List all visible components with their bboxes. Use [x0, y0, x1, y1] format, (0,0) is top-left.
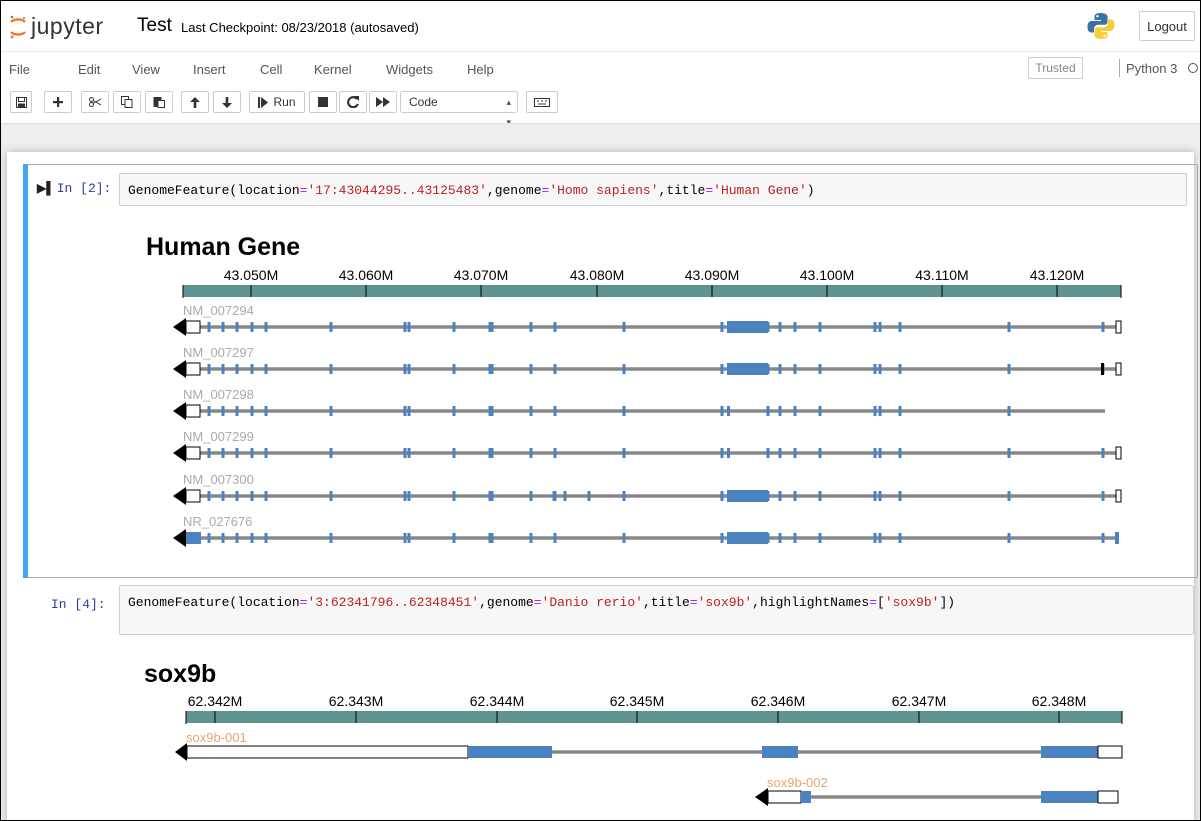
axis-tick-label: 62.344M	[470, 693, 524, 709]
python-logo-icon	[1087, 13, 1115, 39]
toolbar: Run	[1, 89, 1200, 119]
restart-run-all-button[interactable]	[369, 91, 397, 113]
run-button[interactable]: Run	[249, 91, 305, 113]
paste-icon	[153, 97, 165, 108]
menu-help[interactable]: Help	[467, 62, 494, 77]
track-label: sox9b-001	[186, 730, 247, 745]
checkpoint-status: Last Checkpoint: 08/23/2018 (autosaved)	[181, 20, 419, 35]
menubar: File Edit View Insert Cell Kernel Widget…	[1, 52, 1200, 86]
axis-tick-label: 62.346M	[751, 693, 805, 709]
jupyter-logo[interactable]: jupyter	[9, 13, 104, 40]
notebook-window: jupyter Test Last Checkpoint: 08/23/2018…	[0, 0, 1201, 821]
command-palette-button[interactable]	[526, 91, 558, 113]
jupyter-logo-icon	[10, 15, 26, 39]
paste-button[interactable]	[145, 91, 173, 113]
copy-icon	[121, 96, 133, 108]
axis-tick-label: 62.343M	[329, 693, 383, 709]
menu-edit[interactable]: Edit	[78, 62, 100, 77]
kernel-idle-icon	[1188, 63, 1198, 73]
restart-icon	[347, 96, 359, 108]
genome-feature-viewer: 62.342M 62.343M 62.344M 62.345M 62.346M 62.34…	[175, 693, 1123, 806]
fast-forward-icon	[376, 97, 390, 107]
step-forward-icon	[258, 96, 269, 108]
interrupt-button[interactable]	[309, 91, 337, 113]
insert-cell-button[interactable]	[44, 91, 72, 113]
strand-arrow-icon	[175, 743, 187, 761]
cell-type-select[interactable]: Code ▴ ▾	[400, 91, 518, 127]
copy-button[interactable]	[113, 91, 141, 113]
utr-box	[1097, 745, 1123, 759]
notebook-title[interactable]: Test	[137, 15, 172, 37]
exon	[801, 791, 811, 803]
menu-cell[interactable]: Cell	[260, 62, 282, 77]
notebook-area: ▶▌ In [2]: GenomeFeature(location='17:430…	[1, 147, 1200, 820]
header: jupyter Test Last Checkpoint: 08/23/2018…	[1, 1, 1200, 52]
arrow-up-icon	[190, 96, 200, 108]
save-button[interactable]	[10, 91, 32, 113]
exon	[1041, 791, 1098, 803]
stop-icon	[318, 97, 328, 107]
menu-kernel[interactable]: Kernel	[314, 62, 352, 77]
move-up-button[interactable]	[181, 91, 209, 113]
utr-box	[186, 745, 469, 759]
cut-button[interactable]	[81, 91, 109, 113]
arrow-down-icon	[222, 96, 232, 108]
jupyter-logo-text: jupyter	[31, 13, 104, 39]
exon	[1041, 746, 1098, 758]
axis-tick-label: 62.347M	[892, 693, 946, 709]
kernel-name[interactable]: Python 3	[1126, 61, 1177, 76]
keyboard-icon	[534, 97, 550, 107]
plus-icon	[53, 97, 63, 107]
axis-bar	[186, 711, 1122, 723]
menu-view[interactable]: View	[132, 62, 160, 77]
menu-insert[interactable]: Insert	[193, 62, 226, 77]
axis-tick-label: 62.342M	[188, 693, 242, 709]
menu-widgets[interactable]: Widgets	[386, 62, 433, 77]
utr-box	[1097, 790, 1119, 804]
exon	[468, 746, 552, 758]
menu-file[interactable]: File	[9, 62, 30, 77]
header-bottom-band	[1, 123, 1200, 148]
strand-arrow-icon	[755, 788, 768, 806]
logout-button[interactable]: Logout	[1139, 11, 1195, 41]
trusted-indicator[interactable]: Trusted	[1028, 57, 1083, 79]
exon	[762, 746, 798, 758]
axis-tick-label: 62.348M	[1032, 693, 1086, 709]
run-label: Run	[273, 95, 296, 109]
axis-tick-label: 62.345M	[610, 693, 664, 709]
move-down-button[interactable]	[213, 91, 241, 113]
utr-box	[767, 790, 802, 804]
track-label: sox9b-002	[767, 775, 828, 790]
restart-button[interactable]	[339, 91, 367, 113]
save-icon	[15, 96, 27, 108]
kernel-divider	[1119, 59, 1120, 77]
cell-type-value: Code	[409, 95, 438, 109]
scissors-icon	[89, 97, 101, 107]
notebook-page: ▶▌ In [2]: GenomeFeature(location='17:430…	[7, 152, 1198, 820]
